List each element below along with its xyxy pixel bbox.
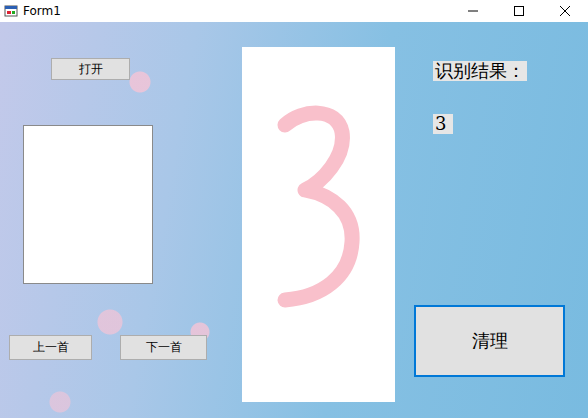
- clear-label: 清理: [472, 330, 508, 352]
- window-title: Form1: [23, 5, 450, 17]
- minimize-icon: [468, 6, 478, 16]
- nav-buttons: 上一首 下一首: [9, 335, 207, 360]
- next-button[interactable]: 下一首: [120, 335, 207, 360]
- close-button[interactable]: [542, 0, 588, 22]
- picture-box: [23, 125, 153, 284]
- result-panel: 识别结果： 3 清理: [408, 22, 588, 377]
- maximize-button[interactable]: [496, 0, 542, 22]
- drawing-canvas[interactable]: [242, 47, 395, 402]
- open-button[interactable]: 打开: [51, 58, 130, 80]
- result-value: 3: [433, 114, 453, 134]
- clear-button[interactable]: 清理: [414, 305, 565, 377]
- title-bar: Form1: [0, 0, 588, 22]
- minimize-button[interactable]: [450, 0, 496, 22]
- close-icon: [560, 6, 570, 16]
- canvas-panel: [230, 22, 408, 402]
- maximize-icon: [514, 6, 524, 16]
- previous-button[interactable]: 上一首: [9, 335, 92, 360]
- app-icon: [4, 4, 18, 18]
- form-window: Form1 打开上一首 下一首 识别结果： 3 清理: [0, 0, 588, 418]
- left-panel: 打开上一首 下一首: [0, 22, 230, 360]
- result-caption: 识别结果：: [433, 61, 527, 81]
- client-area: 打开上一首 下一首 识别结果： 3 清理: [0, 22, 588, 418]
